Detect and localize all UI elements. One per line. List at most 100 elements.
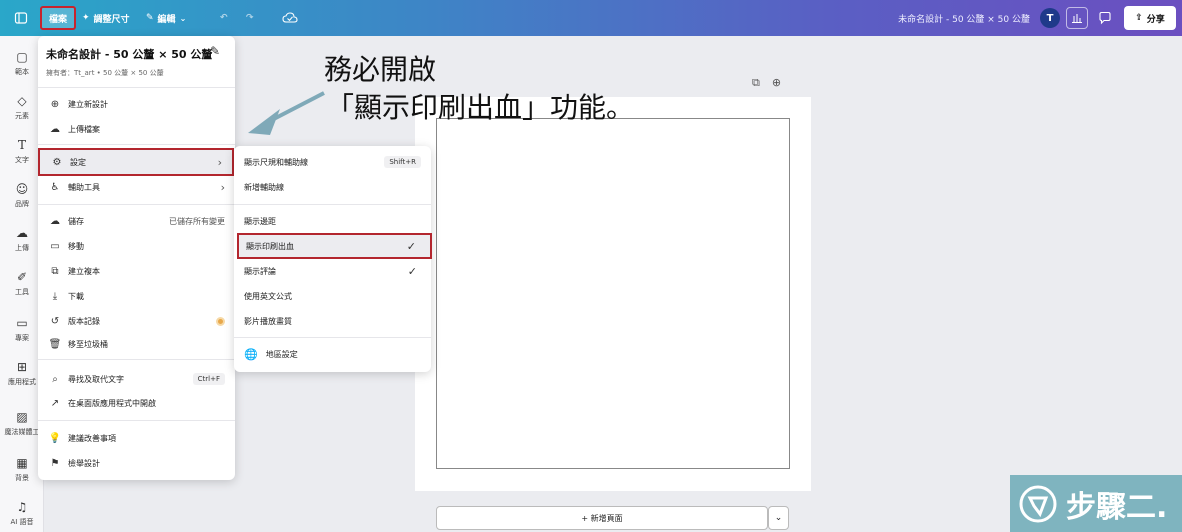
trash-icon: 🗑 — [48, 338, 62, 350]
menu-item-label: 建立新設計 — [68, 99, 108, 109]
brand-icon: ☺ — [15, 182, 29, 196]
undo-icon[interactable]: ↶ — [220, 0, 228, 36]
file-menu-button[interactable]: 檔案 — [40, 6, 76, 30]
menu-item-label: 下載 — [68, 291, 84, 301]
sidebar-label: 上傳 — [15, 244, 29, 252]
top-bar: 檔案 ✦ 調整尺寸 ✎ 編輯 ⌄ ↶ ↷ 未命名設計 - 50 公釐 × 50 … — [0, 0, 1182, 36]
edit-label: 編輯 — [157, 14, 176, 25]
menu-item-create-new[interactable]: ⊕ 建立新設計 — [38, 93, 235, 115]
menu-item-trash[interactable]: 🗑 移至垃圾桶 — [38, 333, 235, 355]
menu-item-video-quality[interactable]: 影片播放畫質 — [234, 310, 431, 332]
ai-voice-icon: ♫ — [16, 500, 28, 514]
pencil-icon: ✎ — [146, 13, 154, 23]
settings-submenu: 顯示尺規和輔助線 Shift+R 新增輔助線 顯示邊距 顯示印刷出血 ✓ 顯示評… — [234, 146, 432, 372]
divider — [38, 87, 235, 88]
share-button[interactable]: ⇪ 分享 — [1124, 6, 1176, 30]
template-icon: ▢ — [16, 50, 28, 64]
menu-item-report[interactable]: ⚑ 檢舉設計 — [38, 452, 235, 474]
chevron-right-icon: › — [217, 155, 222, 169]
globe-icon: 🌐 — [244, 347, 258, 361]
menu-item-label: 在桌面版應用程式中開啟 — [68, 398, 156, 408]
divider — [234, 204, 431, 205]
text-icon: T — [17, 138, 26, 152]
sidebar-label: 應用程式 — [8, 378, 36, 386]
resize-button[interactable]: ✦ 調整尺寸 — [82, 0, 130, 36]
menu-item-suggest[interactable]: 💡 建議改善事項 — [38, 427, 235, 449]
menu-item-label: 輔助工具 — [68, 182, 100, 192]
menu-item-move[interactable]: ▭ 移動 — [38, 235, 235, 257]
sidebar-toggle-icon[interactable] — [14, 0, 28, 36]
menu-item-label: 儲存 — [68, 216, 84, 226]
share-upload-icon: ⇪ — [1135, 13, 1143, 23]
menu-item-label: 移至垃圾桶 — [68, 339, 108, 349]
menu-owner-info: 擁有者：Tt_art • 50 公釐 × 50 公釐 — [46, 69, 164, 77]
menu-item-download[interactable]: ⤓ 下載 — [38, 285, 235, 307]
sidebar-label: 背景 — [15, 474, 29, 482]
menu-item-label: 顯示邊距 — [244, 216, 276, 226]
menu-item-upload[interactable]: ☁ 上傳檔案 — [38, 118, 235, 140]
comment-icon[interactable] — [1098, 0, 1112, 36]
background-pattern-icon: ▦ — [16, 456, 28, 470]
apps-grid-icon: ⊞ — [16, 360, 28, 374]
canvas-toolbar: ⧉ ⊕ — [752, 76, 781, 90]
add-page-icon[interactable]: ⊕ — [772, 76, 781, 90]
sidebar-label: AI 語音 — [10, 518, 34, 526]
add-page-button[interactable]: + 新增頁面 — [436, 506, 768, 530]
lightbulb-icon: 💡 — [48, 432, 62, 444]
history-icon: ↺ — [50, 315, 60, 327]
menu-item-show-comments[interactable]: 顯示評論 ✓ — [234, 260, 431, 282]
menu-item-region[interactable]: 🌐 地區設定 — [234, 343, 431, 365]
menu-item-label: 移動 — [68, 241, 84, 251]
analytics-icon[interactable] — [1066, 7, 1088, 29]
document-title[interactable]: 未命名設計 - 50 公釐 × 50 公釐 — [880, 0, 1030, 36]
menu-item-make-copy[interactable]: ⧉ 建立複本 — [38, 260, 235, 282]
edit-button[interactable]: ✎ 編輯 ⌄ — [146, 0, 186, 36]
menu-item-label: 顯示印刷出血 — [246, 241, 294, 251]
new-design-icon: ⊕ — [50, 98, 60, 110]
accessibility-icon: ♿ — [50, 181, 60, 193]
menu-item-label: 尋找及取代文字 — [68, 374, 124, 384]
menu-design-title: 未命名設計 - 50 公釐 × 50 公釐 — [46, 48, 213, 61]
cloud-check-icon[interactable] — [282, 0, 298, 36]
duplicate-page-icon[interactable]: ⧉ — [752, 76, 760, 90]
menu-item-label: 顯示評論 — [244, 266, 276, 276]
checkmark-icon: ✓ — [406, 239, 416, 253]
annotation-line-1: 務必開啟 — [324, 53, 437, 86]
menu-item-settings[interactable]: ⚙ 設定 › — [38, 148, 234, 176]
edit-title-pencil-icon[interactable]: ✎ — [210, 44, 220, 58]
annotation-line-2: 「顯示印刷出血」功能。 — [326, 91, 635, 124]
menu-item-open-desktop[interactable]: ↗ 在桌面版應用程式中開啟 — [38, 392, 235, 414]
copy-icon: ⧉ — [51, 265, 59, 277]
menu-item-label: 建立複本 — [68, 266, 100, 276]
menu-item-label: 版本記錄 — [68, 316, 100, 326]
menu-item-version-history[interactable]: ↺ 版本記錄 — [38, 310, 235, 332]
shortcut-badge: Shift+R — [384, 156, 421, 168]
menu-item-save[interactable]: ☁ 儲存 已儲存所有變更 — [38, 210, 235, 232]
menu-item-find-replace[interactable]: ⌕ 尋找及取代文字 Ctrl+F — [38, 368, 235, 390]
sidebar-item-ai-voice[interactable]: ♫ AI 語音 — [0, 500, 44, 527]
menu-item-show-margins[interactable]: 顯示邊距 — [234, 210, 431, 232]
file-menu: 未命名設計 - 50 公釐 × 50 公釐 ✎ 擁有者：Tt_art • 50 … — [38, 36, 235, 480]
annotation-arrow — [248, 91, 325, 135]
menu-item-label: 顯示尺規和輔助線 — [244, 157, 308, 167]
cloud-check-icon: ☁ — [50, 215, 60, 227]
magic-image-icon: ▨ — [16, 410, 28, 424]
avatar[interactable]: T — [1040, 8, 1060, 28]
menu-item-show-rulers[interactable]: 顯示尺規和輔助線 Shift+R — [234, 151, 431, 173]
external-link-icon: ↗ — [50, 397, 60, 409]
upload-cloud-icon: ☁ — [16, 226, 28, 240]
sidebar-label: 元素 — [15, 112, 29, 120]
divider — [38, 359, 235, 360]
divider — [38, 420, 235, 421]
download-icon: ⤓ — [52, 290, 58, 302]
menu-item-accessibility[interactable]: ♿ 輔助工具 › — [38, 176, 235, 198]
redo-icon[interactable]: ↷ — [246, 0, 254, 36]
menu-item-english-formula[interactable]: 使用英文公式 — [234, 285, 431, 307]
sparkle-icon: ✦ — [82, 13, 90, 23]
menu-item-add-guides[interactable]: 新增輔助線 — [234, 176, 431, 198]
save-status: 已儲存所有變更 — [169, 216, 225, 226]
menu-item-label: 設定 — [70, 157, 86, 167]
menu-item-show-bleed[interactable]: 顯示印刷出血 ✓ — [237, 233, 432, 259]
add-page-dropdown[interactable]: ⌄ — [768, 506, 789, 530]
divider — [38, 144, 235, 145]
